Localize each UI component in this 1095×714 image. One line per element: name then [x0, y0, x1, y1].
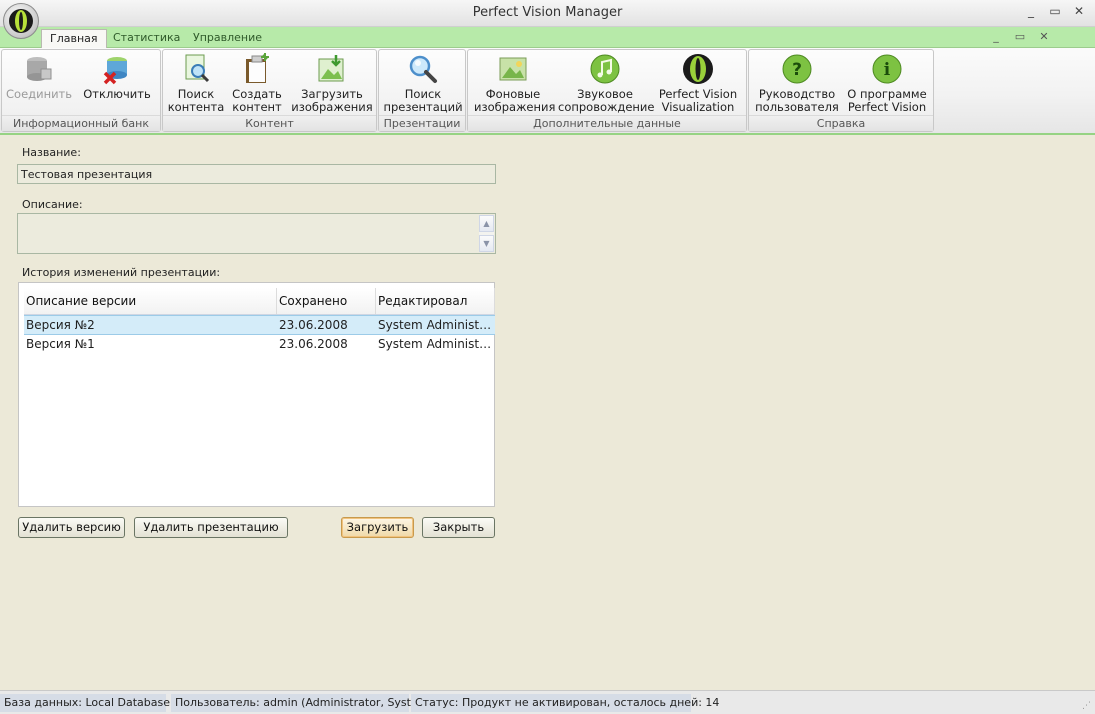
- group-label-help: Справка: [749, 115, 933, 131]
- grid-header: Описание версии Сохранено Редактировал: [24, 288, 495, 315]
- pv-visualization-button[interactable]: Perfect Vision Visualization: [654, 53, 742, 117]
- search-presentations-button[interactable]: Поиск презентаций: [383, 53, 463, 117]
- maximize-button[interactable]: ▭: [1047, 3, 1063, 19]
- column-header-saved[interactable]: Сохранено: [277, 288, 376, 314]
- tab-statistics[interactable]: Статистика: [105, 29, 188, 48]
- user-guide-button[interactable]: ? Руководство пользователя: [753, 53, 841, 117]
- background-images-button[interactable]: Фоновые изображения: [474, 53, 556, 117]
- group-label-content: Контент: [163, 115, 376, 131]
- name-label: Название:: [22, 146, 81, 159]
- ribbon-group-additional-data: Фоновые изображения Звуковое сопровожден…: [467, 49, 747, 132]
- eye-logo-icon: [9, 9, 33, 33]
- scroll-down-icon[interactable]: ▼: [479, 235, 494, 252]
- load-images-label: Загрузить изображения: [291, 87, 373, 114]
- resize-grip-icon[interactable]: ⋰: [1082, 701, 1092, 711]
- database-disconnect-icon: [103, 57, 127, 85]
- title-bar: Perfect Vision Manager _ ▭ ✕: [0, 0, 1095, 27]
- mdi-controls: _ ▭ ✕: [989, 29, 1051, 45]
- audio-accompaniment-button[interactable]: Звуковое сопровождение: [558, 53, 655, 117]
- load-images-button[interactable]: Загрузить изображения: [291, 53, 373, 117]
- info-icon: i: [872, 54, 902, 84]
- ribbon: Соединить Отключить Информационный банк …: [0, 48, 1095, 135]
- history-label: История изменений презентации:: [22, 266, 221, 279]
- editor-cell: System Administrat...: [378, 337, 495, 351]
- application-menu-button[interactable]: [3, 3, 39, 39]
- ribbon-tab-row: Главная Статистика Управление _ ▭ ✕: [0, 27, 1095, 48]
- delete-version-button[interactable]: Удалить версию: [18, 517, 125, 538]
- about-button[interactable]: i О программе Perfect Vision: [843, 53, 931, 117]
- mdi-close-button[interactable]: ✕: [1037, 29, 1051, 45]
- database-connect-icon: [27, 57, 52, 81]
- search-presentations-icon: [409, 55, 437, 83]
- mdi-restore-button[interactable]: ▭: [1013, 29, 1027, 45]
- svg-text:?: ?: [792, 60, 802, 80]
- version-history-panel: Описание версии Сохранено Редактировал В…: [18, 282, 495, 507]
- connect-button[interactable]: Соединить: [6, 53, 72, 117]
- close-form-button[interactable]: Закрыть: [422, 517, 495, 538]
- scroll-up-icon[interactable]: ▲: [479, 215, 494, 232]
- status-user: Пользователь: admin (Administrator, Syst…: [171, 694, 436, 712]
- version-description-cell: Версия №2: [26, 318, 95, 332]
- mdi-minimize-button[interactable]: _: [989, 29, 1003, 45]
- column-header-description[interactable]: Описание версии: [24, 288, 277, 314]
- create-content-button[interactable]: Создать контент: [229, 53, 285, 117]
- search-content-icon: [185, 54, 210, 83]
- load-button[interactable]: Загрузить: [341, 517, 414, 538]
- audio-accompaniment-label: Звуковое сопровождение: [558, 87, 655, 114]
- tab-management[interactable]: Управление: [185, 29, 270, 48]
- pv-visualization-label: Perfect Vision Visualization: [658, 87, 738, 114]
- disconnect-button[interactable]: Отключить: [82, 53, 152, 117]
- svg-text:i: i: [884, 60, 891, 80]
- create-content-icon: [246, 53, 269, 83]
- minimize-button[interactable]: _: [1023, 3, 1039, 19]
- ribbon-group-help: ? Руководство пользователя i О программе…: [748, 49, 934, 132]
- help-question-icon: ?: [782, 54, 812, 84]
- about-label: О программе Perfect Vision: [847, 87, 927, 114]
- create-content-label: Создать контент: [232, 87, 282, 114]
- status-database: База данных: Local Database: [0, 694, 170, 712]
- group-label-additional-data: Дополнительные данные: [468, 115, 746, 131]
- table-row[interactable]: Версия №1 23.06.2008 System Administrat.…: [24, 335, 495, 355]
- ribbon-group-content: Поиск контента Создать контент Загрузить…: [162, 49, 377, 132]
- search-presentations-label: Поиск презентаций: [383, 87, 463, 114]
- table-row[interactable]: Версия №2 23.06.2008 System Administrat.…: [24, 315, 495, 335]
- name-field[interactable]: Тестовая презентация: [17, 164, 496, 184]
- window-controls: _ ▭ ✕: [1023, 3, 1087, 19]
- saved-date-cell: 23.06.2008: [279, 337, 348, 351]
- version-description-cell: Версия №1: [26, 337, 95, 351]
- description-label: Описание:: [22, 198, 83, 211]
- music-note-icon: [590, 54, 620, 84]
- search-content-label: Поиск контента: [167, 87, 225, 114]
- user-guide-label: Руководство пользователя: [755, 87, 839, 114]
- description-field[interactable]: ▲ ▼: [17, 213, 496, 254]
- load-images-icon: [318, 55, 344, 82]
- ribbon-group-info-bank: Соединить Отключить Информационный банк: [1, 49, 161, 132]
- tab-main[interactable]: Главная: [41, 29, 107, 48]
- description-scrollbar[interactable]: ▲ ▼: [479, 215, 494, 252]
- group-label-info-bank: Информационный банк: [2, 115, 160, 131]
- saved-date-cell: 23.06.2008: [279, 318, 348, 332]
- search-content-button[interactable]: Поиск контента: [166, 53, 226, 117]
- background-images-icon: [499, 57, 527, 81]
- connect-label: Соединить: [6, 87, 73, 101]
- disconnect-label: Отключить: [83, 87, 151, 101]
- delete-presentation-button[interactable]: Удалить презентацию: [134, 517, 288, 538]
- eye-logo-icon: [683, 54, 713, 84]
- column-header-editor[interactable]: Редактировал: [376, 288, 495, 314]
- close-button[interactable]: ✕: [1071, 3, 1087, 19]
- group-label-presentations: Презентации: [379, 115, 465, 131]
- presentation-form: Название: Тестовая презентация Описание:…: [0, 137, 1095, 690]
- window-title: Perfect Vision Manager: [472, 5, 623, 20]
- status-activation: Статус: Продукт не активирован, осталось…: [411, 694, 719, 712]
- status-bar: База данных: Local Database Пользователь…: [0, 690, 1095, 714]
- ribbon-group-presentations: Поиск презентаций Презентации: [378, 49, 466, 132]
- version-history-grid: Описание версии Сохранено Редактировал В…: [24, 288, 495, 355]
- editor-cell: System Administrat...: [378, 318, 495, 332]
- background-images-label: Фоновые изображения: [474, 87, 556, 114]
